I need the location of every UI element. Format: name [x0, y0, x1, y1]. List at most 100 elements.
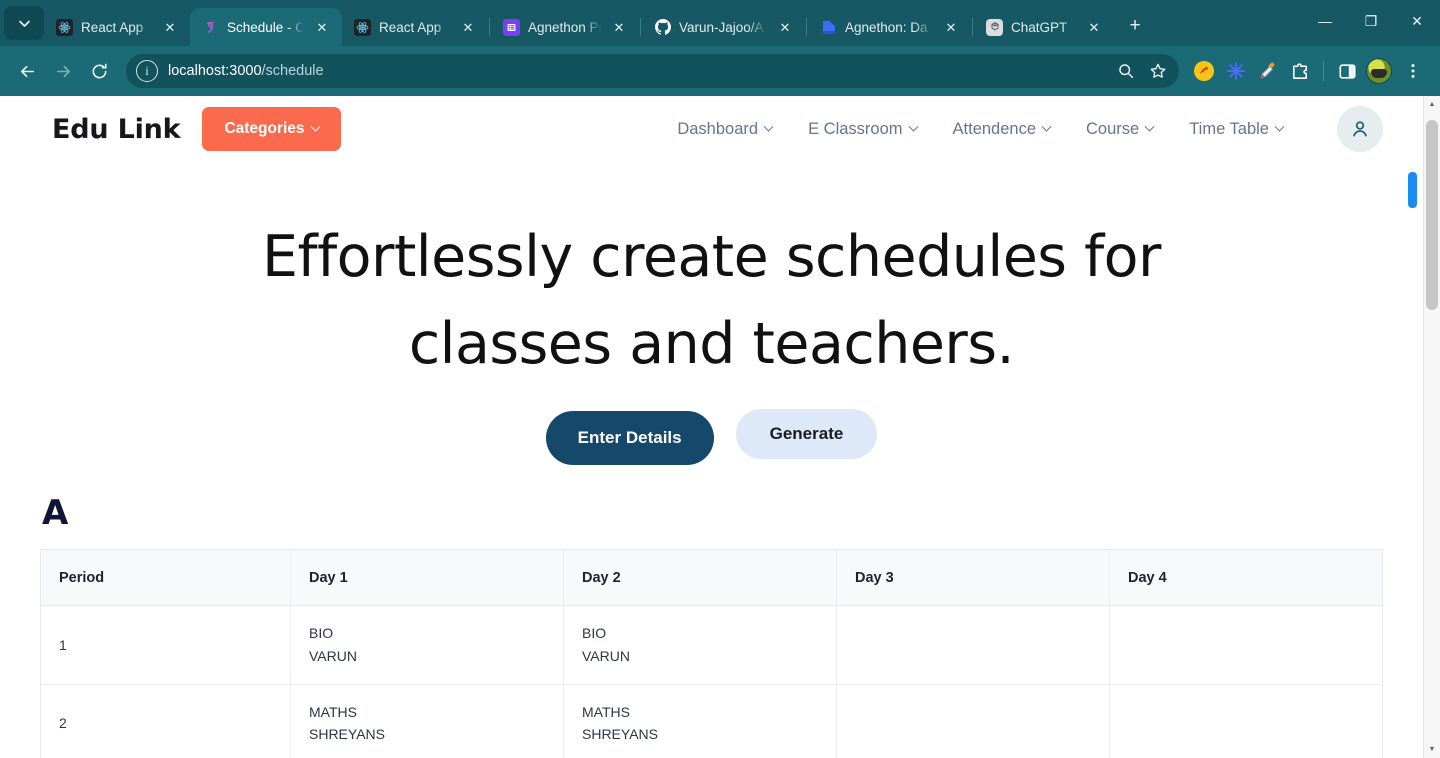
- omnibox-actions: [1111, 56, 1173, 86]
- honey-extension-icon[interactable]: [1189, 56, 1219, 86]
- tab-divider: [972, 18, 973, 36]
- schedule-table-body: 1 BIO VARUN BIO VARUN 2 MATHS SHREYANS M…: [40, 605, 1383, 758]
- grammarly-extension-icon[interactable]: [1221, 56, 1251, 86]
- back-button[interactable]: [10, 54, 44, 88]
- table-row: 2 MATHS SHREYANS MATHS SHREYANS: [40, 684, 1383, 758]
- table-row: 1 BIO VARUN BIO VARUN: [40, 605, 1383, 685]
- nav-item-dashboard[interactable]: Dashboard: [677, 120, 774, 139]
- browser-toolbar: i localhost:3000/schedule: [0, 46, 1440, 96]
- schedule-section: A Period Day 1 Day 2 Day 3 Day 4 1 BIO V…: [0, 467, 1423, 758]
- nav-item-e-classroom[interactable]: E Classroom: [808, 120, 918, 139]
- tab-title: Agnethon: Da: [845, 19, 928, 35]
- cell-day-1: BIO VARUN: [290, 605, 564, 685]
- cell-subject: BIO: [309, 625, 334, 642]
- profile-avatar[interactable]: [1364, 56, 1394, 86]
- search-icon[interactable]: [1111, 56, 1141, 86]
- main-navigation: Dashboard E Classroom Attendence Course: [677, 119, 1285, 139]
- tab-close-icon[interactable]: ✕: [941, 17, 961, 37]
- browser-tab-chatgpt[interactable]: ChatGPT ✕: [974, 8, 1114, 46]
- window-minimize-button[interactable]: —: [1302, 5, 1348, 37]
- column-header-day-4: Day 4: [1109, 549, 1383, 607]
- browser-tab-react-app-2[interactable]: React App ✕: [342, 8, 488, 46]
- cell-teacher: SHREYANS: [582, 726, 658, 743]
- schedule-table-head: Period Day 1 Day 2 Day 3 Day 4: [40, 549, 1383, 607]
- browser-tab-react-app-1[interactable]: React App ✕: [44, 8, 190, 46]
- nav-item-label: Attendence: [952, 119, 1036, 138]
- puzzle-extensions-icon[interactable]: [1285, 56, 1315, 86]
- star-icon[interactable]: [1143, 56, 1173, 86]
- cell-subject: MATHS: [309, 703, 357, 720]
- chevron-down-icon: [1041, 121, 1052, 132]
- nav-item-time-table[interactable]: Time Table: [1189, 120, 1285, 139]
- page-scrollbar[interactable]: ▲ ▼: [1408, 96, 1440, 758]
- tab-close-icon[interactable]: ✕: [312, 17, 332, 37]
- browser-tab-agnethon-pro[interactable]: Agnethon Pro ✕: [491, 8, 639, 46]
- window-controls: — ❐ ✕: [1302, 0, 1440, 46]
- browser-tab-agnethon-das[interactable]: Agnethon: Da ✕: [808, 8, 971, 46]
- site-header: Edu Link Categories Dashboard E Classroo…: [0, 96, 1423, 162]
- react-icon: [56, 18, 73, 36]
- site-info-icon[interactable]: i: [136, 60, 158, 82]
- nav-item-attendence[interactable]: Attendence: [952, 119, 1052, 139]
- account-avatar[interactable]: [1337, 106, 1383, 152]
- chatgpt-icon: [986, 18, 1003, 36]
- schedule-app-icon: [202, 19, 219, 36]
- tab-divider: [489, 18, 490, 36]
- scrollbar-up-arrow[interactable]: ▲: [1424, 96, 1440, 113]
- scrollbar-down-arrow[interactable]: ▼: [1424, 741, 1440, 758]
- cell-subject: MATHS: [582, 703, 630, 720]
- address-bar-url: localhost:3000/schedule: [168, 63, 1111, 79]
- scrollbar-thumb[interactable]: [1426, 120, 1438, 310]
- nav-item-course[interactable]: Course: [1086, 120, 1155, 139]
- cell-teacher: VARUN: [582, 647, 630, 664]
- categories-button-label: Categories: [224, 120, 305, 137]
- browser-tab-github[interactable]: Varun-Jajoo/A ✕: [642, 8, 805, 46]
- tab-title: React App: [379, 19, 442, 35]
- github-icon: [654, 19, 671, 36]
- hero-heading-line-2: classes and teachers.: [408, 310, 1015, 377]
- tab-close-icon[interactable]: ✕: [458, 17, 478, 37]
- cell-period: 1: [40, 605, 291, 685]
- enter-details-button[interactable]: Enter Details: [545, 411, 714, 466]
- tab-title: ChatGPT: [1011, 19, 1068, 35]
- tab-strip: React App ✕ Schedule - On ✕ React App ✕ …: [0, 0, 1440, 46]
- tab-title: Agnethon Pro: [528, 19, 601, 35]
- tab-divider: [640, 18, 641, 36]
- window-close-button[interactable]: ✕: [1394, 5, 1440, 37]
- generate-button[interactable]: Generate: [735, 409, 878, 460]
- tab-close-icon[interactable]: ✕: [609, 17, 629, 37]
- forward-button[interactable]: [46, 54, 80, 88]
- new-tab-button[interactable]: +: [1120, 11, 1150, 41]
- chevron-down-icon: [1274, 121, 1285, 132]
- docs-icon: [820, 19, 837, 36]
- side-panel-icon[interactable]: [1332, 56, 1362, 86]
- page-title: Effortlessly create schedules for classe…: [262, 214, 1162, 387]
- brand-logo[interactable]: Edu Link: [52, 114, 181, 145]
- tab-close-icon[interactable]: ✕: [160, 17, 180, 37]
- chevron-down-icon: [310, 121, 321, 132]
- window-maximize-button[interactable]: ❐: [1348, 5, 1394, 37]
- tab-close-icon[interactable]: ✕: [775, 17, 795, 37]
- cell-period: 2: [40, 684, 291, 758]
- browser-window: React App ✕ Schedule - On ✕ React App ✕ …: [0, 0, 1440, 758]
- cell-day-3: [836, 684, 1110, 758]
- cell-day-3: [836, 605, 1110, 685]
- cell-teacher: VARUN: [309, 647, 357, 664]
- reload-button[interactable]: [82, 54, 116, 88]
- url-path: /schedule: [261, 63, 324, 79]
- categories-button[interactable]: Categories: [202, 107, 341, 151]
- address-bar[interactable]: i localhost:3000/schedule: [126, 54, 1179, 88]
- three-dot-menu-icon[interactable]: [1396, 54, 1430, 88]
- tab-search-chevron-icon[interactable]: [4, 6, 44, 40]
- chevron-down-icon: [763, 121, 774, 132]
- scroll-position-marker: [1408, 172, 1417, 208]
- cell-day-1: MATHS SHREYANS: [290, 684, 564, 758]
- react-icon: [354, 18, 371, 36]
- hero-actions: Enter Details Generate: [0, 409, 1423, 467]
- tab-close-icon[interactable]: ✕: [1084, 17, 1104, 37]
- cell-teacher: SHREYANS: [309, 726, 385, 743]
- column-header-day-3: Day 3: [836, 549, 1110, 607]
- eyedropper-extension-icon[interactable]: [1253, 56, 1283, 86]
- browser-tab-schedule[interactable]: Schedule - On ✕: [190, 8, 342, 46]
- cell-day-2: MATHS SHREYANS: [563, 684, 837, 758]
